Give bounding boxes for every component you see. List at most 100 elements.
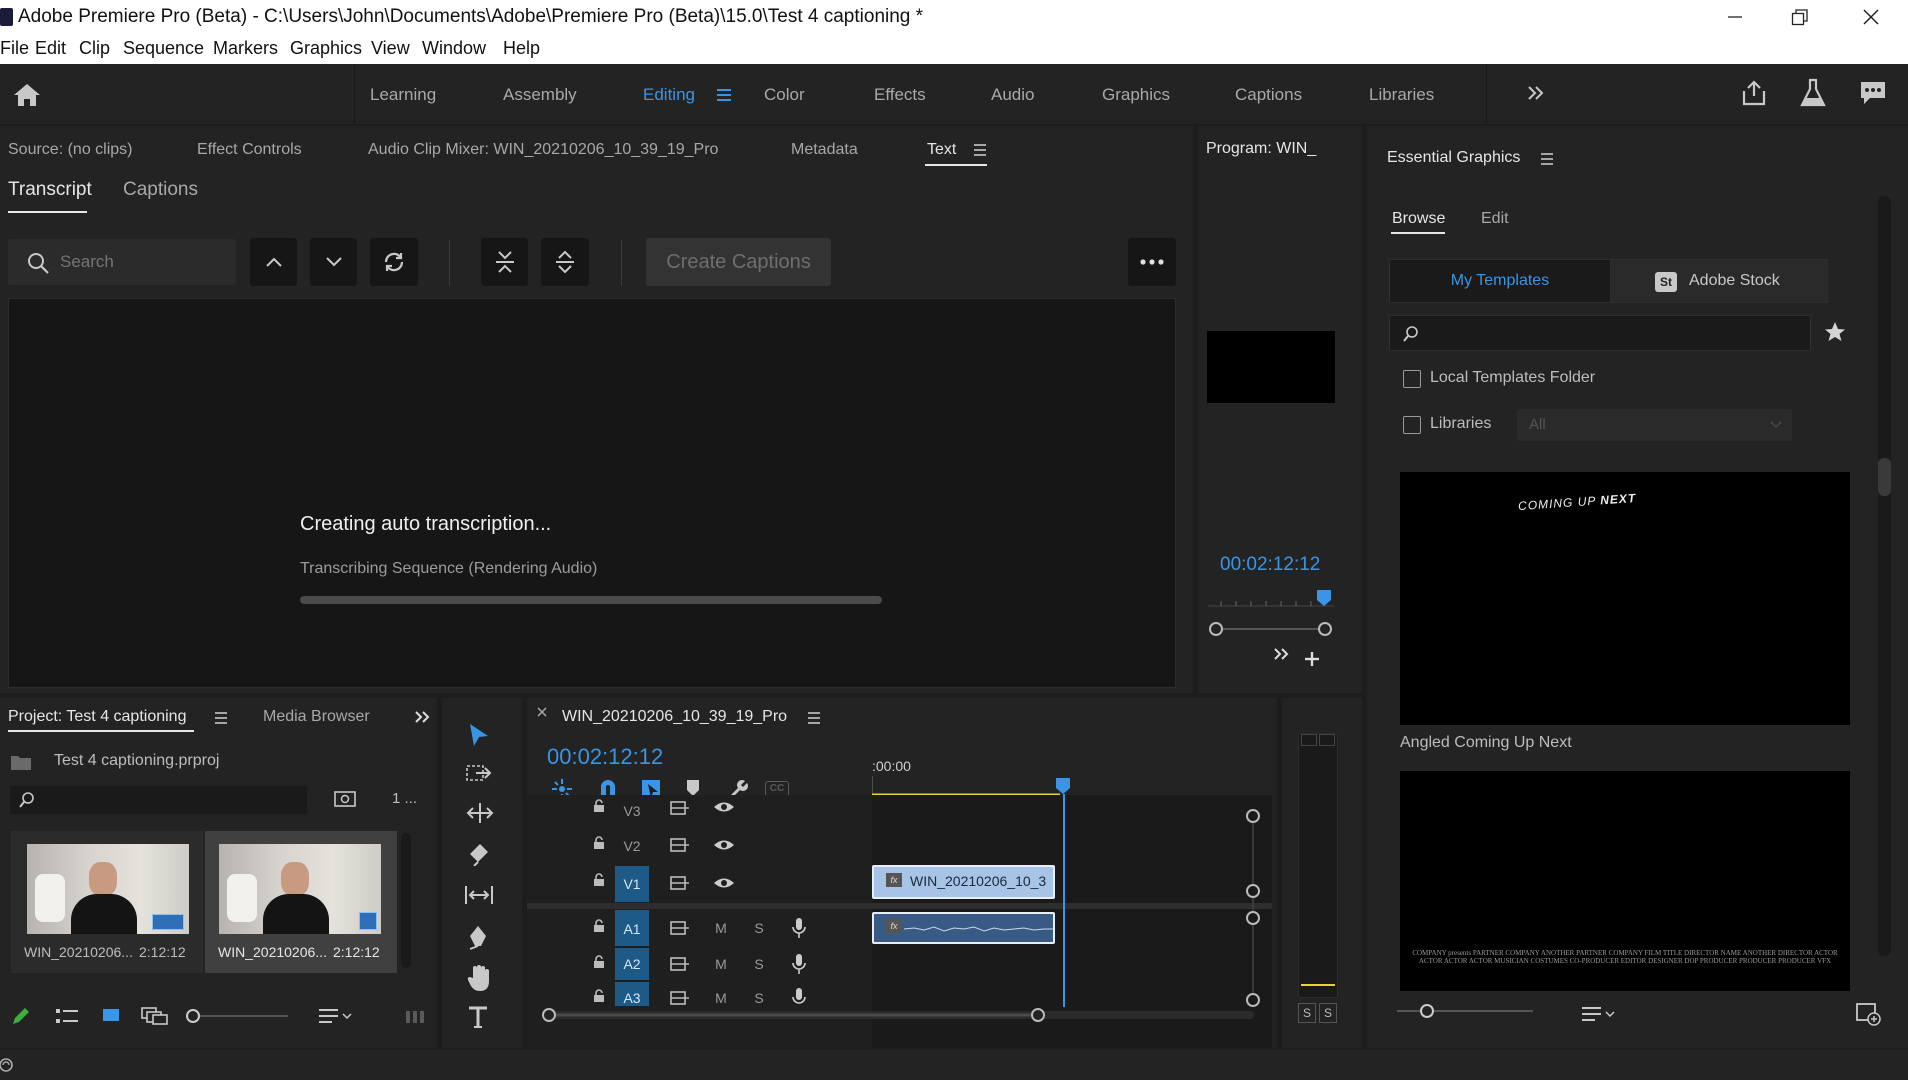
project-clip-item[interactable]: WIN_20210206... 2:12:12 [11, 831, 203, 973]
split-segment-button[interactable] [541, 238, 589, 286]
project-more-tabs-button[interactable] [414, 709, 430, 725]
menu-graphics[interactable]: Graphics [290, 38, 362, 59]
automate-to-sequence-button[interactable] [405, 1009, 429, 1025]
eg-tab-browse[interactable]: Browse [1392, 210, 1445, 228]
minimize-button[interactable] [1700, 0, 1770, 34]
search-next-button[interactable] [310, 238, 357, 286]
solo-right-button[interactable]: S [1319, 1003, 1337, 1023]
mute-a3-button[interactable]: M [713, 990, 729, 1006]
selection-tool[interactable] [466, 722, 490, 748]
icon-view-button[interactable] [102, 1007, 120, 1023]
playhead[interactable] [1063, 794, 1065, 1007]
freeform-view-button[interactable] [141, 1007, 169, 1025]
track-label-v3[interactable]: V3 [615, 803, 649, 819]
workspace-learning[interactable]: Learning [370, 85, 436, 105]
close-window-button[interactable] [1836, 0, 1906, 34]
project-search-field[interactable] [10, 786, 307, 814]
program-timecode[interactable]: 00:02:12:12 [1220, 554, 1320, 576]
track-label-a3[interactable]: A3 [615, 990, 649, 1006]
transcript-search[interactable] [8, 239, 236, 285]
project-sort-button[interactable] [318, 1007, 354, 1025]
track-label-v2[interactable]: V2 [615, 838, 649, 854]
beta-labs-button[interactable] [1800, 78, 1826, 108]
home-button[interactable] [12, 82, 42, 108]
menu-markers[interactable]: Markers [213, 38, 278, 59]
writable-toggle[interactable] [11, 1006, 31, 1026]
track-label-v1[interactable]: V1 [615, 876, 649, 892]
restore-button[interactable] [1765, 0, 1835, 34]
workspace-libraries[interactable]: Libraries [1369, 85, 1434, 105]
my-templates-button[interactable]: My Templates [1389, 259, 1611, 303]
clip-indicator-left[interactable] [1301, 734, 1317, 746]
template-thumbnail[interactable]: COMING UP NEXT [1400, 472, 1850, 725]
eg-tab-edit[interactable]: Edit [1481, 210, 1509, 228]
merge-segments-button[interactable] [481, 238, 528, 286]
solo-a2-button[interactable]: S [753, 956, 765, 972]
timeline-panel-menu[interactable] [807, 712, 821, 724]
tab-effect-controls[interactable]: Effect Controls [197, 141, 302, 159]
feedback-button[interactable] [1858, 79, 1888, 107]
timeline-zoom-scrollbar[interactable] [541, 1005, 1261, 1025]
solo-left-button[interactable]: S [1298, 1003, 1316, 1023]
more-workspaces-button[interactable] [1526, 84, 1544, 102]
subtab-transcript[interactable]: Transcript [8, 179, 92, 201]
ripple-edit-tool[interactable] [466, 802, 494, 824]
tab-project[interactable]: Project: Test 4 captioning [8, 708, 186, 726]
timeline-timecode[interactable]: 00:02:12:12 [547, 744, 663, 770]
template-thumbnail[interactable]: COMPANY presents PARTNER COMPANY ANOTHER… [1400, 771, 1850, 991]
close-sequence-tab-button[interactable] [536, 706, 548, 718]
timeline-ruler[interactable] [872, 776, 1262, 796]
tab-metadata[interactable]: Metadata [791, 141, 858, 159]
workspace-effects[interactable]: Effects [874, 85, 926, 105]
libraries-checkbox[interactable] [1403, 416, 1421, 434]
sequence-tab[interactable]: WIN_20210206_10_39_19_Pro [562, 708, 787, 726]
search-previous-button[interactable] [250, 238, 297, 286]
program-zoom-scrollbar[interactable] [1208, 621, 1333, 637]
type-tool[interactable] [467, 1005, 489, 1029]
menu-window[interactable]: Window [422, 38, 486, 59]
workspace-captions[interactable]: Captions [1235, 85, 1302, 105]
replace-button[interactable] [370, 238, 418, 286]
razor-tool[interactable] [466, 842, 490, 866]
project-sequence-item[interactable]: WIN_20210206... 2:12:12 [205, 831, 397, 973]
local-templates-checkbox[interactable] [1403, 370, 1421, 388]
menu-view[interactable]: View [371, 38, 410, 59]
program-monitor-title[interactable]: Program: WIN_ [1206, 140, 1316, 158]
essential-graphics-menu[interactable] [1540, 153, 1554, 165]
solo-a3-button[interactable]: S [753, 990, 765, 1006]
track-select-tool[interactable] [466, 762, 492, 784]
template-search-field[interactable] [1389, 315, 1811, 351]
sort-button[interactable] [1581, 1005, 1617, 1023]
project-panel-menu[interactable] [214, 712, 228, 724]
tab-audio-clip-mixer[interactable]: Audio Clip Mixer: WIN_20210206_10_39_19_… [368, 141, 718, 159]
libraries-dropdown[interactable]: All [1517, 409, 1792, 441]
menu-edit[interactable]: Edit [35, 38, 66, 59]
background-task-icon[interactable] [0, 1056, 16, 1074]
transcript-more-button[interactable] [1128, 238, 1176, 286]
workspace-editing-menu[interactable] [716, 88, 732, 102]
transcript-search-input[interactable] [60, 249, 225, 275]
list-view-button[interactable] [55, 1008, 79, 1024]
project-zoom-slider[interactable] [185, 1007, 290, 1025]
mute-a1-button[interactable]: M [713, 920, 729, 936]
essential-graphics-title[interactable]: Essential Graphics [1387, 149, 1520, 167]
workspace-graphics[interactable]: Graphics [1102, 85, 1170, 105]
thumbnail-size-slider[interactable] [1395, 1001, 1535, 1021]
find-button[interactable] [334, 789, 356, 807]
tab-text[interactable]: Text [927, 141, 956, 159]
workspace-audio[interactable]: Audio [991, 85, 1034, 105]
favorites-filter-button[interactable] [1823, 320, 1847, 344]
new-item-button[interactable] [1855, 1002, 1881, 1026]
text-panel-menu[interactable] [973, 144, 987, 156]
solo-a1-button[interactable]: S [753, 920, 765, 936]
track-height-scrollbar[interactable] [1243, 808, 1263, 1008]
workspace-color[interactable]: Color [764, 85, 805, 105]
workspace-assembly[interactable]: Assembly [503, 85, 577, 105]
tab-media-browser[interactable]: Media Browser [263, 708, 370, 726]
hand-tool[interactable] [466, 964, 492, 992]
project-scrollbar[interactable] [401, 833, 411, 968]
mute-a2-button[interactable]: M [713, 956, 729, 972]
templates-scrollbar-thumb[interactable] [1878, 458, 1891, 496]
track-label-a1[interactable]: A1 [615, 921, 649, 937]
program-time-ruler[interactable] [1206, 588, 1336, 618]
